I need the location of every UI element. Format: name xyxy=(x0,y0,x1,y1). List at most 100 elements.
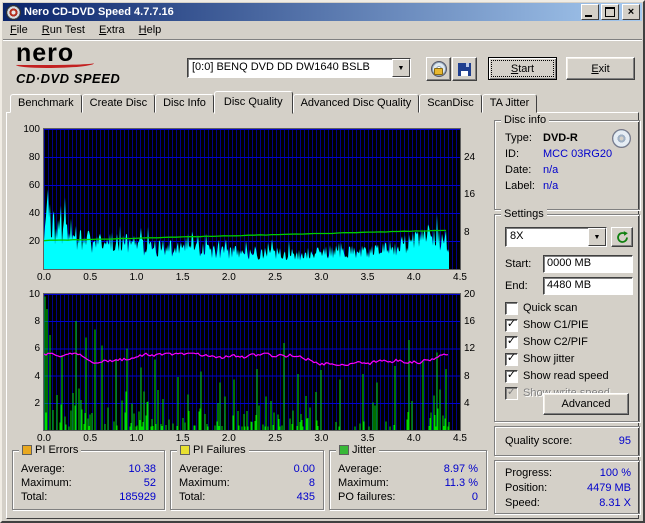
app-window: Nero CD-DVD Speed 4.7.7.16 × File Run Te… xyxy=(0,0,645,523)
axis-tick: 3.0 xyxy=(314,272,329,283)
save-button[interactable] xyxy=(452,57,477,81)
disc-info-panel: Disc info Type: DVD-R ID: MCC 03RG20 Date:… xyxy=(494,114,640,210)
menu-file[interactable]: File xyxy=(3,22,35,38)
axis-tick: 8 xyxy=(464,226,470,238)
disc-info-title: Disc info xyxy=(504,114,547,126)
axis-tick: 1.5 xyxy=(175,272,190,283)
checkbox-show-jitter[interactable]: ✓ Show jitter xyxy=(505,352,574,366)
checkbox-show-c2-pif[interactable]: ✓ Show C2/PIF xyxy=(505,335,588,349)
checkbox-box: ✓ xyxy=(505,352,518,366)
drive-select-value: [0:0] BENQ DVD DD DW1640 BSLB xyxy=(192,61,370,73)
tab-disc-info[interactable]: Disc Info xyxy=(155,94,214,113)
checkbox-show-c1-pie[interactable]: ✓ Show C1/PIE xyxy=(505,318,588,332)
pi-failures-jitter-chart xyxy=(43,293,461,431)
pi-errors-title: PI Errors xyxy=(35,444,79,456)
speed-dropdown-button[interactable]: ▼ xyxy=(588,228,606,246)
minimize-icon xyxy=(585,15,592,17)
start-button[interactable]: Start xyxy=(488,57,557,80)
titlebar[interactable]: Nero CD-DVD Speed 4.7.7.16 × xyxy=(3,3,642,21)
pi-failures-panel: PI Failures Average: 0.00 Maximum: 8 Total… xyxy=(170,444,324,510)
progress-value: 100 % xyxy=(599,466,631,479)
quality-score-panel: Quality score: 95 xyxy=(494,426,640,456)
jitter-legend-icon xyxy=(339,445,349,455)
axis-tick: 80 xyxy=(28,152,40,163)
menu-extra[interactable]: Extra xyxy=(92,22,132,38)
refresh-button[interactable] xyxy=(611,227,633,247)
checkbox-box: ✓ xyxy=(505,335,518,349)
quality-score-value: 95 xyxy=(618,434,631,447)
axis-tick: 24 xyxy=(464,152,476,163)
tab-benchmark[interactable]: Benchmark xyxy=(10,94,82,113)
app-icon xyxy=(6,4,21,20)
checkbox-box: ✓ xyxy=(505,301,518,315)
close-button[interactable]: × xyxy=(622,4,640,20)
tab-strip: Benchmark Create Disc Disc Info Disc Qualit… xyxy=(10,91,538,114)
pi-failures-legend-icon xyxy=(180,445,190,455)
menu-help[interactable]: Help xyxy=(132,22,169,38)
axis-tick: 20 xyxy=(464,289,476,300)
axis-tick: 4 xyxy=(34,370,40,382)
axis-tick: 10 xyxy=(28,289,40,300)
checkbox-quick-scan[interactable]: ✓ Quick scan xyxy=(505,301,577,315)
drive-select[interactable]: [0:0] BENQ DVD DD DW1640 BSLB ▼ xyxy=(187,58,411,78)
axis-tick: 4.0 xyxy=(406,433,421,444)
checkbox-box: ✓ xyxy=(505,386,518,400)
axis-tick: 0.5 xyxy=(83,272,98,283)
axis-tick: 6 xyxy=(34,343,40,355)
pi-errors-chart xyxy=(43,128,461,270)
axis-tick: 60 xyxy=(28,180,40,191)
disc-icon xyxy=(430,61,447,77)
tab-ta-jitter[interactable]: TA Jitter xyxy=(481,94,538,113)
pi-errors-panel: PI Errors Average: 10.38 Maximum: 52 Total… xyxy=(12,444,165,510)
axis-tick: 8 xyxy=(34,316,40,328)
speed-value: 8.31 X xyxy=(599,496,631,509)
disc-tray-button[interactable] xyxy=(426,57,451,81)
logo-brand-text: nero xyxy=(16,39,75,67)
menubar: File Run Test Extra Help xyxy=(3,21,642,40)
menu-run-test[interactable]: Run Test xyxy=(35,22,92,38)
minimize-button[interactable] xyxy=(581,4,599,20)
hand-icon xyxy=(433,68,443,75)
tab-advanced-disc-quality[interactable]: Advanced Disc Quality xyxy=(292,94,420,113)
check-icon: ✓ xyxy=(506,352,517,364)
close-icon: × xyxy=(627,6,635,18)
axis-tick: 4.0 xyxy=(406,272,421,283)
logo-speed-text: SPEED xyxy=(73,71,121,86)
tab-disc-quality[interactable]: Disc Quality xyxy=(213,91,293,114)
axis-tick: 12 xyxy=(464,343,476,355)
exit-button[interactable]: Exit xyxy=(566,57,635,80)
chevron-down-icon: ▼ xyxy=(397,64,405,72)
drive-dropdown-button[interactable]: ▼ xyxy=(392,59,410,77)
checkbox-box: ✓ xyxy=(505,369,518,383)
settings-title: Settings xyxy=(504,208,544,220)
pi-failures-title: PI Failures xyxy=(193,444,246,456)
window-title: Nero CD-DVD Speed 4.7.7.16 xyxy=(24,6,174,18)
position-value: 4479 MB xyxy=(586,481,631,494)
axis-tick: 4.5 xyxy=(453,433,467,444)
start-position-field[interactable]: 0000 MB xyxy=(543,255,633,273)
floppy-save-icon xyxy=(458,62,471,76)
tab-scandisc[interactable]: ScanDisc xyxy=(419,94,482,113)
advanced-button[interactable]: Advanced xyxy=(543,393,629,415)
axis-tick: 16 xyxy=(464,316,476,328)
axis-tick: 0.0 xyxy=(37,272,51,283)
quality-score-label: Quality score: xyxy=(505,434,573,447)
tab-create-disc[interactable]: Create Disc xyxy=(81,94,156,113)
checkbox-box: ✓ xyxy=(505,318,518,332)
jitter-panel: Jitter Average: 8.97 % Maximum: 11.3 % PO … xyxy=(329,444,487,510)
maximize-button[interactable] xyxy=(601,4,619,20)
scan-speed-select[interactable]: 8X ▼ xyxy=(505,227,607,247)
axis-tick: 1.0 xyxy=(129,433,144,444)
end-position-field[interactable]: 4480 MB xyxy=(543,277,633,295)
axis-tick: 8 xyxy=(464,370,470,382)
check-icon: ✓ xyxy=(506,386,517,398)
axis-tick: 16 xyxy=(464,189,476,201)
refresh-icon xyxy=(616,230,628,243)
nero-logo: nero CD·DVD SPEED xyxy=(16,39,176,86)
axis-tick: 2.0 xyxy=(221,433,236,444)
progress-panel: Progress: 100 % Position: 4479 MB Speed: 8.… xyxy=(494,460,640,514)
settings-panel: Settings 8X ▼ Start: 0000 MB End: 4480 M… xyxy=(494,208,640,422)
checkbox-show-read-speed[interactable]: ✓ Show read speed xyxy=(505,369,609,383)
axis-tick: 0.5 xyxy=(83,433,98,444)
axis-tick: 100 xyxy=(23,124,40,135)
